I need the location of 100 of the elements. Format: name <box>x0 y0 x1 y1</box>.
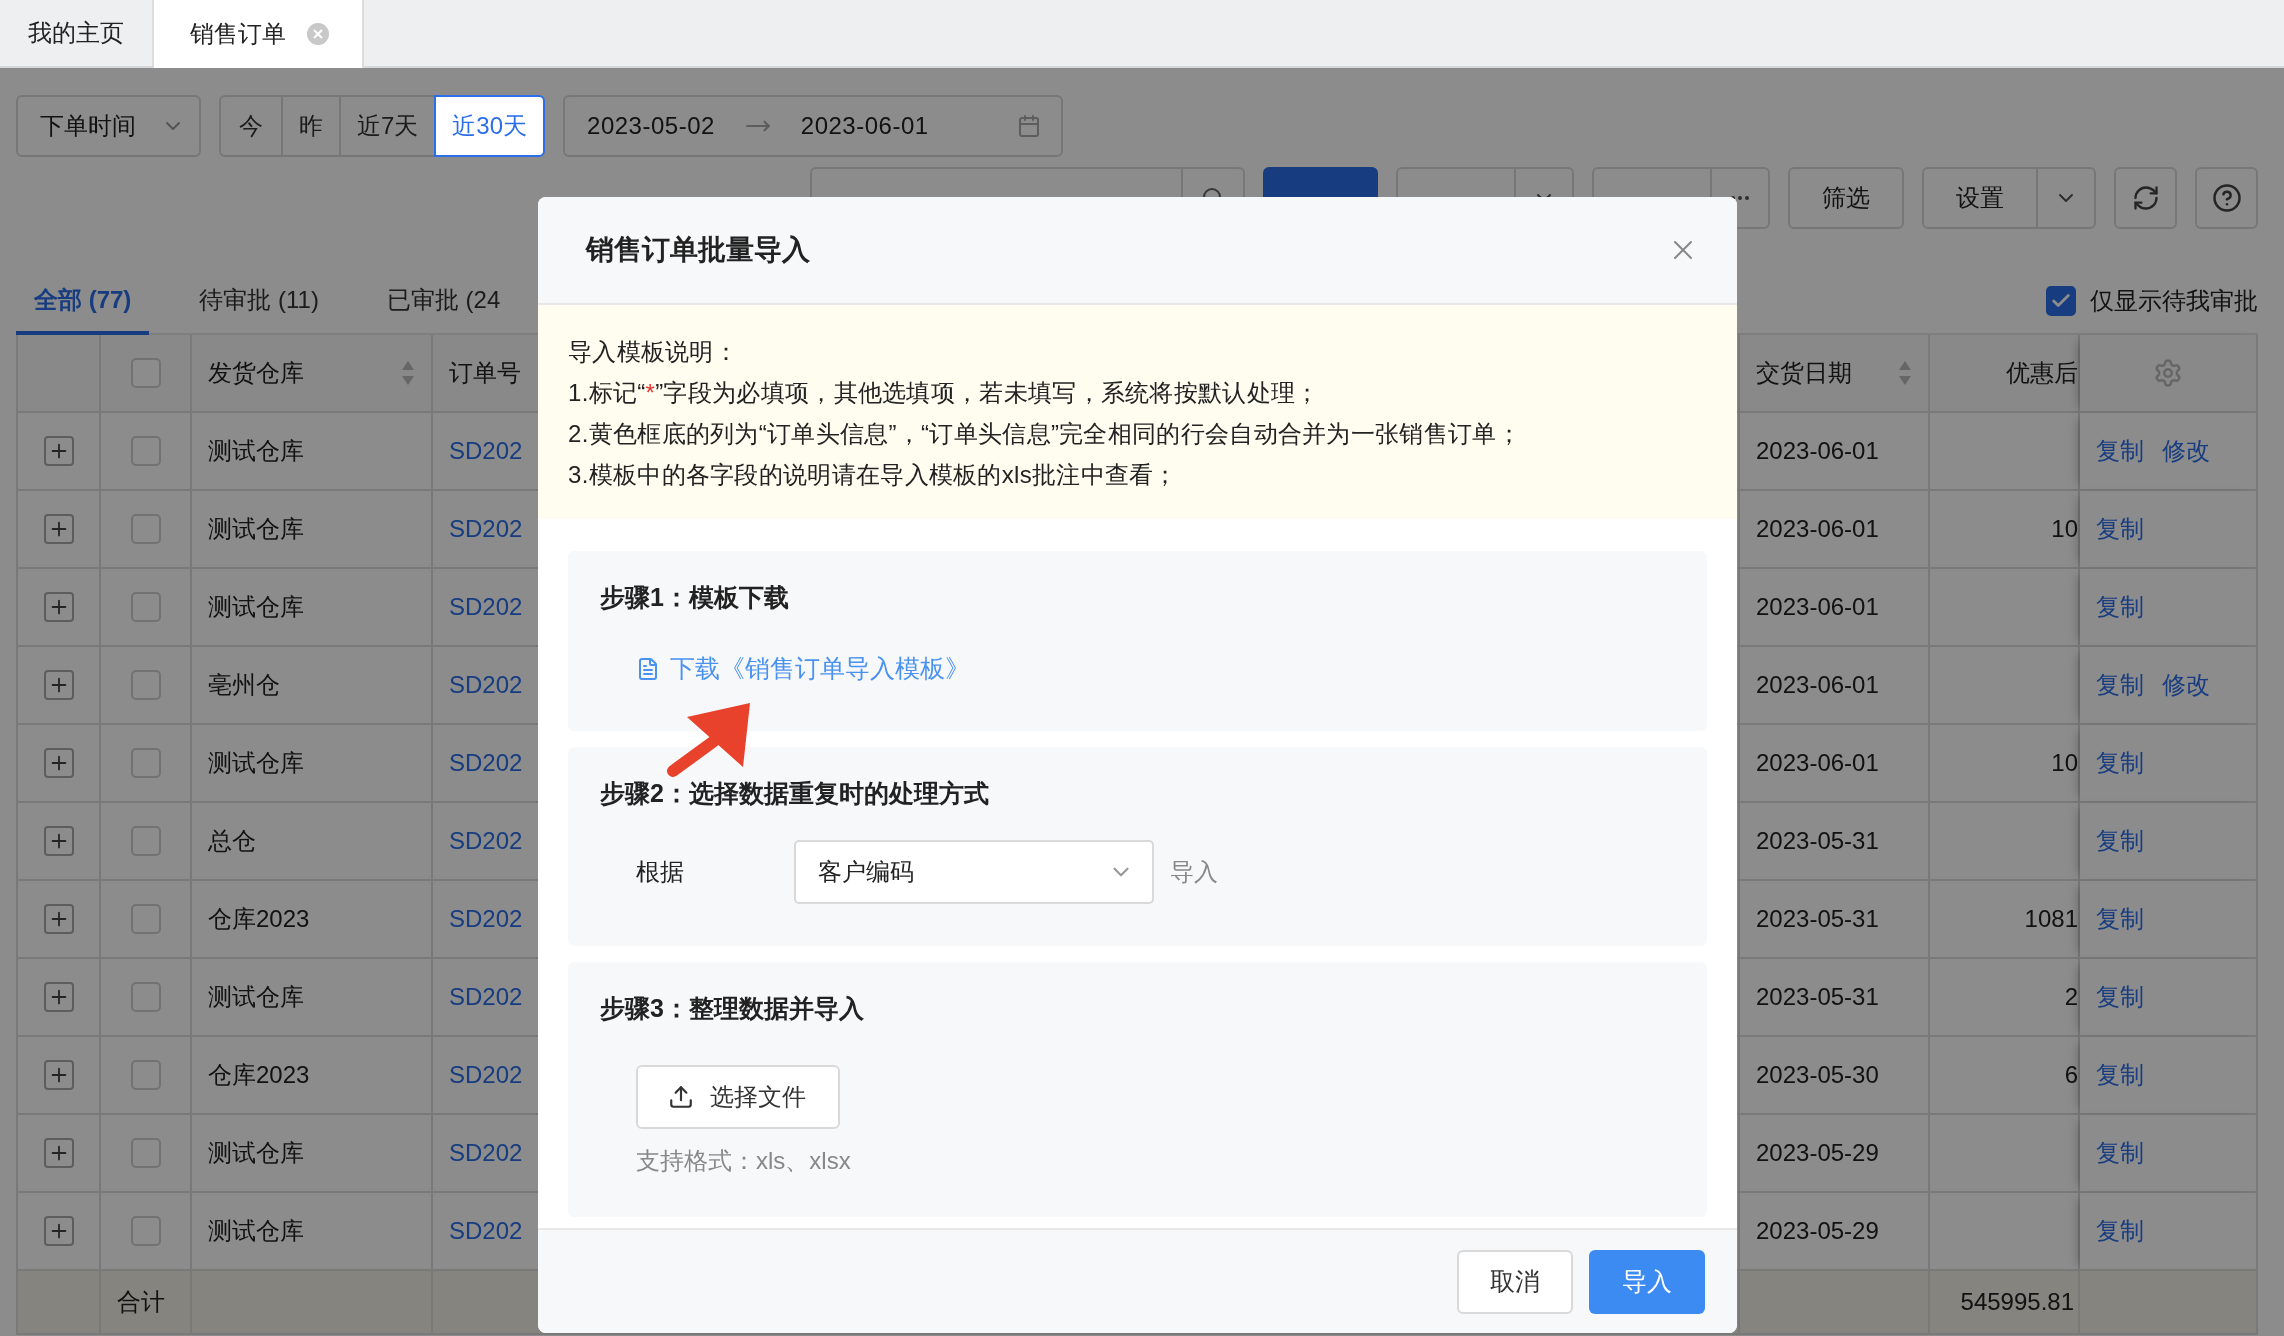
sort-icon[interactable] <box>1898 360 1912 386</box>
column-header: 优惠后 <box>1930 335 2080 413</box>
expand-icon[interactable] <box>43 826 74 856</box>
table-cell: 测试仓库 <box>192 1115 433 1193</box>
range-button[interactable]: 今 <box>219 95 283 157</box>
expand-icon[interactable] <box>43 904 74 934</box>
expand-icon[interactable] <box>43 1060 74 1090</box>
action-link[interactable]: 复制 <box>2096 747 2144 779</box>
action-link[interactable]: 复制 <box>2096 1137 2144 1169</box>
checkbox[interactable] <box>2046 286 2076 316</box>
order-link[interactable]: SD202 <box>449 437 523 465</box>
import-button[interactable]: 导入 <box>1589 1249 1705 1314</box>
table-cell: 测试仓库 <box>192 491 433 569</box>
refresh-button[interactable] <box>2114 167 2177 229</box>
row-checkbox[interactable] <box>130 1060 161 1090</box>
cancel-button[interactable]: 取消 <box>1457 1249 1573 1314</box>
table-cell: 2023-06-01 <box>1740 725 1930 803</box>
table-cell: 10 <box>1930 725 2080 803</box>
order-link[interactable]: SD202 <box>449 905 523 933</box>
refresh-icon[interactable] <box>2131 184 2160 212</box>
step-title: 步骤3：整理数据并导入 <box>600 993 864 1024</box>
expand-icon[interactable] <box>43 982 74 1012</box>
summary-label: 合计 <box>101 1271 192 1335</box>
action-link[interactable]: 复制 <box>2096 1215 2144 1247</box>
toolbar-button[interactable]: 设置 <box>1922 167 2096 229</box>
file-icon <box>636 656 660 681</box>
row-checkbox[interactable] <box>130 826 161 856</box>
order-link[interactable]: SD202 <box>449 983 523 1011</box>
select-all-checkbox[interactable] <box>130 358 161 388</box>
status-tab[interactable]: 已审批 (24 <box>368 269 519 335</box>
range-button[interactable]: 近7天 <box>339 95 437 157</box>
settings-icon[interactable] <box>2153 358 2183 388</box>
upload-icon <box>668 1084 694 1110</box>
action-link[interactable]: 复制 <box>2096 825 2144 857</box>
order-link[interactable]: SD202 <box>449 827 523 855</box>
help-button[interactable] <box>2195 167 2258 229</box>
action-link[interactable]: 复制 <box>2096 591 2144 623</box>
table-cell: 2023-06-01 <box>1740 647 1930 725</box>
table-cell: 2023-05-31 <box>1740 959 1930 1037</box>
page-tab[interactable]: 销售订单 <box>154 0 364 68</box>
order-link[interactable]: SD202 <box>449 593 523 621</box>
table-cell: 测试仓库 <box>192 413 433 491</box>
order-link[interactable]: SD202 <box>449 1217 523 1245</box>
expand-icon[interactable] <box>43 436 74 466</box>
format-hint: 支持格式：xls、xlsx <box>636 1146 851 1176</box>
row-checkbox[interactable] <box>130 904 161 934</box>
action-link[interactable]: 复制 <box>2096 903 2144 935</box>
action-link[interactable]: 复制 <box>2096 669 2144 701</box>
field-label: 根据 <box>636 857 685 887</box>
choose-file-button[interactable]: 选择文件 <box>636 1065 840 1129</box>
expand-icon[interactable] <box>43 1138 74 1168</box>
step-title: 步骤1：模板下载 <box>600 582 789 613</box>
expand-icon[interactable] <box>43 514 74 544</box>
notice-heading: 导入模板说明： <box>568 337 739 367</box>
table-cell: 2023-05-31 <box>1740 881 1930 959</box>
table-cell: 10 <box>1930 491 2080 569</box>
step-title: 步骤2：选择数据重复时的处理方式 <box>600 778 989 809</box>
sort-icon[interactable] <box>401 360 415 386</box>
table-cell: 2 <box>1930 959 2080 1037</box>
duplicate-key-select[interactable]: 客户编码 <box>794 840 1154 904</box>
toolbar-button[interactable]: 筛选 <box>1788 167 1904 229</box>
row-checkbox[interactable] <box>130 436 161 466</box>
table-cell: 2023-06-01 <box>1740 569 1930 647</box>
order-link[interactable]: SD202 <box>449 1061 523 1089</box>
close-icon[interactable] <box>306 22 330 46</box>
calendar-icon <box>1017 114 1042 138</box>
row-checkbox[interactable] <box>130 670 161 700</box>
action-link[interactable]: 修改 <box>2162 435 2210 467</box>
download-link[interactable]: 下载《销售订单导入模板》 <box>636 652 970 685</box>
table-cell: 总仓 <box>192 803 433 881</box>
expand-icon[interactable] <box>43 1216 74 1246</box>
action-link[interactable]: 复制 <box>2096 981 2144 1013</box>
range-button[interactable]: 昨 <box>281 95 341 157</box>
table-cell: 仓库2023 <box>192 881 433 959</box>
action-link[interactable]: 复制 <box>2096 1059 2144 1091</box>
dialog-title: 销售订单批量导入 <box>586 233 810 267</box>
row-checkbox[interactable] <box>130 592 161 622</box>
checkbox-label: 仅显示待我审批 <box>2090 286 2258 316</box>
order-link[interactable]: SD202 <box>449 749 523 777</box>
action-link[interactable]: 复制 <box>2096 435 2144 467</box>
table-cell: 测试仓库 <box>192 959 433 1037</box>
range-button[interactable]: 近30天 <box>434 95 546 157</box>
order-link[interactable]: SD202 <box>449 515 523 543</box>
help-icon[interactable] <box>2211 183 2242 213</box>
table-cell: 2023-05-30 <box>1740 1037 1930 1115</box>
row-checkbox[interactable] <box>130 1216 161 1246</box>
row-checkbox[interactable] <box>130 514 161 544</box>
expand-icon[interactable] <box>43 748 74 778</box>
time-field-select[interactable]: 下单时间 <box>16 95 201 157</box>
row-checkbox[interactable] <box>130 1138 161 1168</box>
order-link[interactable]: SD202 <box>449 671 523 699</box>
date-range-field[interactable]: 2023-05-02 2023-06-01 <box>563 95 1064 157</box>
action-link[interactable]: 修改 <box>2162 669 2210 701</box>
row-checkbox[interactable] <box>130 748 161 778</box>
expand-icon[interactable] <box>43 670 74 700</box>
status-tab[interactable]: 待审批 (11) <box>181 269 337 335</box>
expand-icon[interactable] <box>43 592 74 622</box>
action-link[interactable]: 复制 <box>2096 513 2144 545</box>
order-link[interactable]: SD202 <box>449 1139 523 1167</box>
row-checkbox[interactable] <box>130 982 161 1012</box>
